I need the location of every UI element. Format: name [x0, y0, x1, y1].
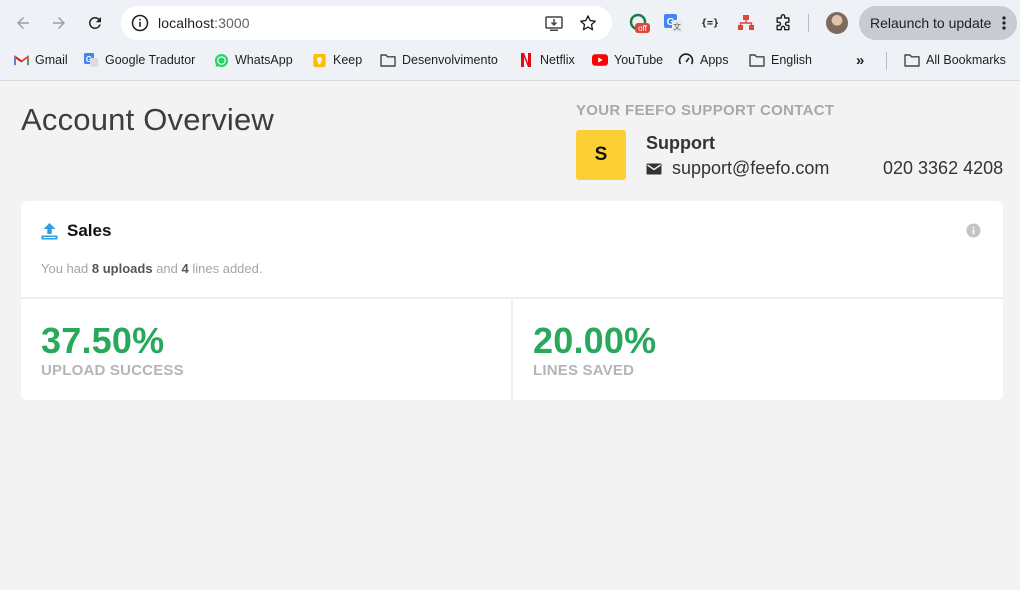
- org-chart-extension-icon[interactable]: [735, 12, 757, 34]
- folder-icon: [749, 52, 765, 68]
- bookmark-star-icon[interactable]: [578, 13, 598, 33]
- google-translate-extension-icon[interactable]: G 文: [662, 12, 684, 34]
- forward-button[interactable]: [47, 11, 71, 35]
- svg-text:文: 文: [673, 22, 681, 32]
- bookmark-apps[interactable]: Apps: [678, 51, 729, 69]
- url-text[interactable]: localhost:3000: [158, 15, 250, 31]
- bookmark-google-tradutor[interactable]: G Google Tradutor: [83, 51, 195, 69]
- install-app-icon[interactable]: [544, 14, 564, 34]
- arrow-right-icon: [53, 17, 65, 29]
- uploads-count: 8 uploads: [91, 261, 153, 276]
- sales-summary: You had 8 uploads and 4 lines added.: [41, 261, 263, 276]
- bookmark-gmail[interactable]: Gmail: [13, 51, 68, 69]
- bookmark-youtube[interactable]: YouTube: [592, 51, 663, 69]
- browser-toolbar: localhost:3000 off G 文 {=} Relaunch to u…: [0, 0, 1020, 46]
- profile-avatar[interactable]: [826, 12, 848, 34]
- mail-icon: [646, 163, 662, 175]
- folder-icon: [380, 52, 396, 68]
- lines-saved-value: 20.00%: [533, 320, 657, 361]
- whatsapp-icon: [213, 52, 229, 68]
- upload-success-value: 37.50%: [41, 320, 165, 361]
- bookmarks-bar: Gmail G Google Tradutor WhatsApp Keep De…: [0, 46, 1020, 74]
- contact-email-link[interactable]: support@feefo.com: [672, 158, 829, 179]
- bookmark-all-bookmarks[interactable]: All Bookmarks: [904, 51, 1006, 69]
- page-title: Account Overview: [21, 102, 275, 137]
- back-button[interactable]: [11, 11, 35, 35]
- bookmark-whatsapp[interactable]: WhatsApp: [213, 51, 293, 69]
- netflix-icon: [518, 52, 534, 68]
- folder-icon: [904, 52, 920, 68]
- support-contact-heading: YOUR FEEFO SUPPORT CONTACT: [576, 102, 835, 119]
- bookmark-english[interactable]: English: [749, 51, 812, 69]
- reload-button[interactable]: [83, 11, 107, 35]
- contact-name: Support: [646, 133, 715, 153]
- bookmark-keep[interactable]: Keep: [311, 51, 362, 69]
- gmail-icon: [13, 52, 29, 68]
- site-info-icon[interactable]: [130, 13, 150, 33]
- sales-card: Sales You had 8 uploads and 4 lines adde…: [21, 201, 1003, 400]
- browser-chrome: localhost:3000 off G 文 {=} Relaunch to u…: [0, 0, 1020, 81]
- reload-icon: [88, 16, 101, 29]
- svg-text:off: off: [638, 24, 648, 33]
- relaunch-to-update-button[interactable]: Relaunch to update: [859, 6, 1017, 40]
- sales-card-title: Sales: [67, 221, 112, 240]
- bookmark-desenvolvimento[interactable]: Desenvolvimento: [380, 51, 498, 69]
- bookmarks-divider: [886, 52, 887, 70]
- contact-avatar: S: [576, 130, 626, 180]
- upload-success-label: UPLOAD SUCCESS: [41, 362, 184, 379]
- stats-divider: [511, 299, 513, 400]
- bookmark-netflix[interactable]: Netflix: [518, 51, 575, 69]
- lines-saved-label: LINES SAVED: [533, 362, 635, 379]
- arrow-left-icon: [17, 17, 29, 29]
- google-translate-icon: G: [83, 52, 99, 68]
- lines-count: 4: [181, 261, 189, 276]
- apps-gauge-icon: [678, 52, 694, 68]
- keep-icon: [311, 52, 327, 68]
- upload-icon: [41, 223, 58, 240]
- address-bar[interactable]: localhost:3000: [121, 6, 612, 40]
- more-bookmarks-chevron[interactable]: »: [856, 51, 864, 69]
- youtube-icon: [592, 52, 608, 68]
- off-badge-extension-icon[interactable]: off: [629, 12, 651, 34]
- extensions-puzzle-icon[interactable]: [772, 12, 794, 34]
- json-viewer-extension-icon[interactable]: {=}: [699, 12, 721, 34]
- contact-phone: 020 3362 4208: [883, 158, 1004, 178]
- more-menu-icon: [1002, 16, 1006, 30]
- double-chevron-right-icon: »: [856, 51, 865, 69]
- info-icon[interactable]: [966, 223, 981, 238]
- toolbar-divider: [808, 14, 809, 32]
